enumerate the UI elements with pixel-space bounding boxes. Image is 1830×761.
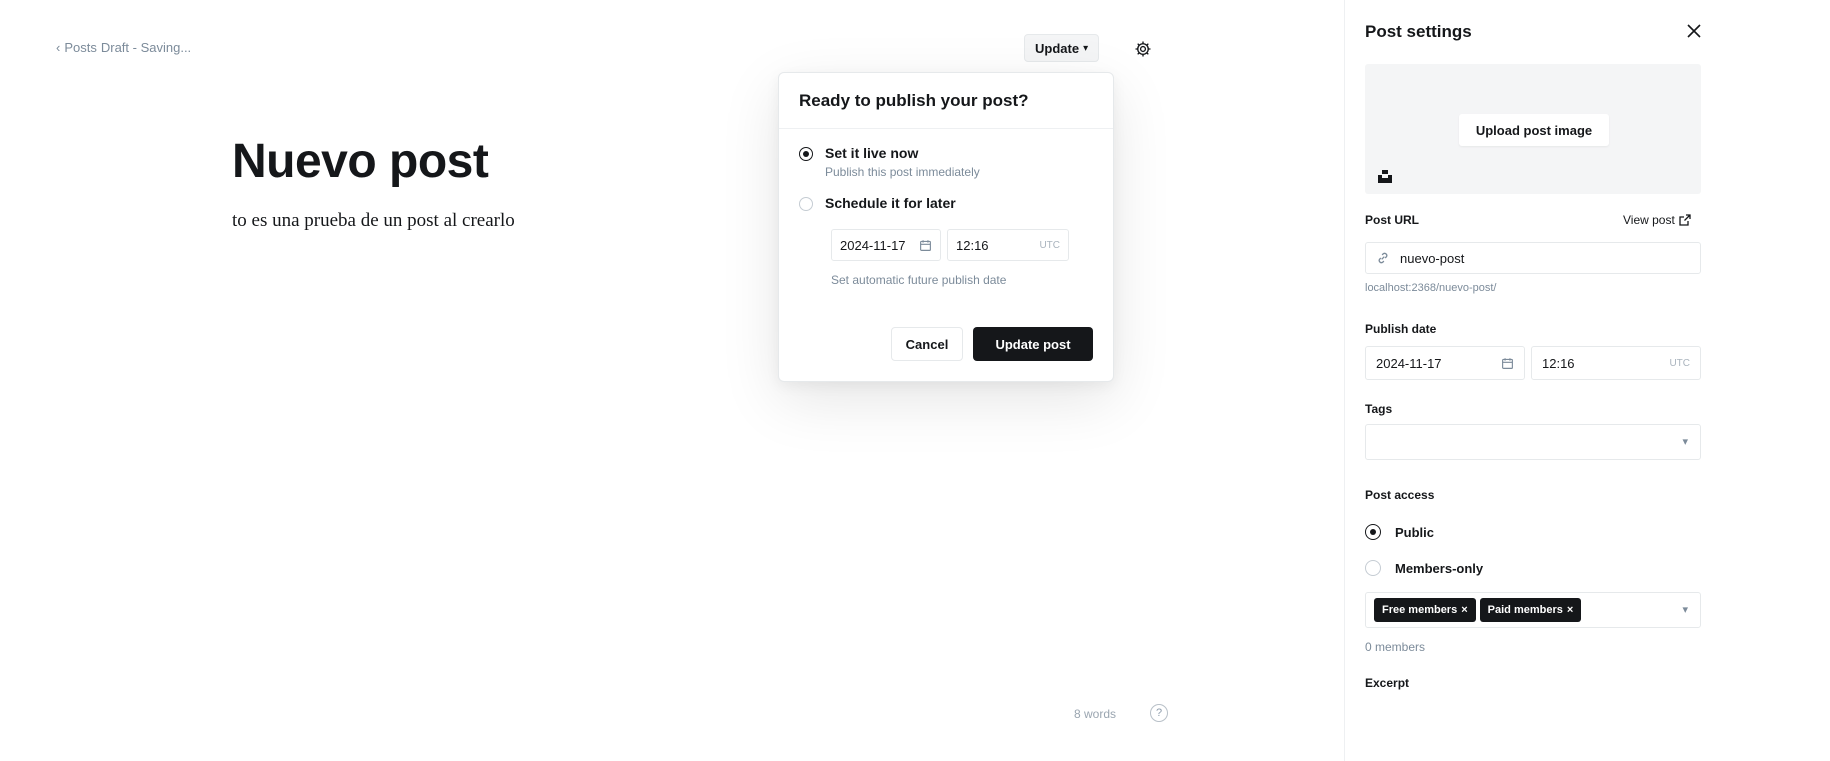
save-status: Draft - Saving... — [100, 40, 192, 55]
option-schedule[interactable]: Schedule it for later — [799, 195, 956, 211]
view-post-link[interactable]: View post — [1623, 213, 1691, 227]
publish-date-input[interactable]: 2024-11-17 — [1365, 346, 1525, 380]
update-button-label: Update — [1035, 40, 1080, 56]
post-title[interactable]: Nuevo post — [232, 134, 489, 189]
publish-date-value: 2024-11-17 — [1376, 355, 1442, 371]
radio-publish-now[interactable] — [799, 147, 813, 161]
close-icon[interactable]: × — [1567, 604, 1573, 616]
option-publish-now[interactable]: Set it live now Publish this post immedi… — [799, 145, 980, 179]
option-publish-now-desc: Publish this post immediately — [825, 165, 980, 179]
help-icon[interactable]: ? — [1150, 704, 1168, 722]
panel-title: Post settings — [1365, 22, 1472, 41]
publish-date-label: Publish date — [1365, 322, 1437, 336]
radio-public[interactable] — [1365, 524, 1381, 540]
tier-chip[interactable]: Free members × — [1374, 598, 1476, 622]
tags-input[interactable]: ▾ — [1365, 424, 1701, 460]
close-button[interactable] — [1685, 22, 1703, 40]
popover-title: Ready to publish your post? — [779, 73, 1113, 129]
radio-schedule[interactable] — [799, 197, 813, 211]
cancel-button[interactable]: Cancel — [891, 327, 963, 361]
gear-icon — [1135, 41, 1151, 57]
unsplash-icon[interactable] — [1377, 168, 1393, 184]
radio-members-only[interactable] — [1365, 560, 1381, 576]
access-public-option[interactable]: Public — [1365, 524, 1434, 540]
members-count: 0 members — [1365, 640, 1426, 654]
tags-label: Tags — [1365, 402, 1393, 416]
schedule-time-input[interactable]: 12:16 UTC — [947, 229, 1069, 261]
close-icon[interactable]: × — [1461, 604, 1467, 616]
calendar-icon — [1502, 357, 1513, 369]
publish-popover: Ready to publish your post? Set it live … — [778, 72, 1114, 382]
post-settings-panel: Post settings Upload post image Post URL… — [1344, 0, 1730, 761]
chevron-down-icon: ▾ — [1083, 42, 1089, 54]
excerpt-label: Excerpt — [1365, 676, 1410, 690]
view-post-label: View post — [1623, 213, 1675, 227]
back-link[interactable]: Posts — [64, 40, 97, 55]
publish-time-value: 12:16 — [1542, 355, 1575, 371]
schedule-date-input[interactable]: 2024-11-17 — [831, 229, 941, 261]
tier-chip[interactable]: Paid members × — [1479, 598, 1582, 622]
access-members-label: Members-only — [1395, 560, 1484, 576]
editor-breadcrumb: ‹ Posts Draft - Saving... — [56, 40, 191, 55]
post-url-hint: localhost:2368/nuevo-post/ — [1365, 282, 1497, 294]
schedule-timezone: UTC — [1039, 239, 1060, 251]
close-icon — [1687, 24, 1701, 38]
chevron-down-icon: ▾ — [1682, 436, 1688, 448]
word-count: 8 words — [1074, 707, 1117, 721]
schedule-hint: Set automatic future publish date — [831, 273, 1007, 287]
external-link-icon — [1679, 214, 1691, 226]
settings-toggle-button[interactable] — [1132, 38, 1154, 60]
publish-button[interactable]: Update post — [973, 327, 1093, 361]
access-members-option[interactable]: Members-only — [1365, 560, 1483, 576]
publish-timezone: UTC — [1669, 357, 1690, 369]
upload-image-button[interactable]: Upload post image — [1459, 114, 1609, 146]
chevron-down-icon: ▾ — [1682, 604, 1688, 616]
tiers-select[interactable]: Free members × Paid members × ▾ — [1365, 592, 1701, 628]
publish-time-input[interactable]: 12:16 UTC — [1531, 346, 1701, 380]
post-url-label: Post URL — [1365, 213, 1419, 227]
post-url-value: nuevo-post — [1400, 250, 1465, 266]
update-button[interactable]: Update ▾ — [1024, 34, 1100, 62]
back-chevron-icon[interactable]: ‹ — [56, 40, 60, 55]
schedule-date-value: 2024-11-17 — [840, 237, 906, 253]
tier-chip-label: Paid members — [1487, 604, 1563, 616]
access-public-label: Public — [1395, 524, 1435, 540]
post-url-input[interactable]: nuevo-post — [1365, 242, 1701, 274]
schedule-time-value: 12:16 — [956, 237, 989, 253]
link-icon — [1378, 252, 1388, 264]
post-body[interactable]: to es una prueba de un post al crearlo — [232, 210, 515, 232]
tier-chip-label: Free members — [1382, 604, 1458, 616]
feature-image-dropzone[interactable]: Upload post image — [1365, 64, 1701, 194]
post-access-label: Post access — [1365, 488, 1435, 502]
option-schedule-label: Schedule it for later — [825, 195, 956, 211]
calendar-icon — [920, 239, 931, 251]
option-publish-now-label: Set it live now — [825, 145, 919, 161]
